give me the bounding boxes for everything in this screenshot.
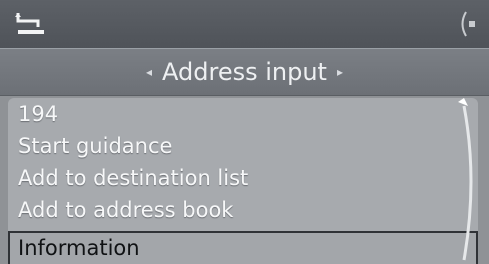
controller-direction-icon xyxy=(461,11,475,37)
next-arrow-icon[interactable]: ▸ xyxy=(337,65,343,79)
back-icon[interactable] xyxy=(14,10,48,38)
menu-list: 194 Start guidance Add to destination li… xyxy=(8,98,478,264)
menu-item-add-to-destination-list[interactable]: Add to destination list xyxy=(18,166,248,190)
navigation-screen: ◂ Address input ▸ 194 Start guidance Add… xyxy=(0,0,489,264)
menu-item-add-to-address-book[interactable]: Add to address book xyxy=(18,198,233,222)
previous-arrow-icon[interactable]: ◂ xyxy=(146,65,152,79)
title-bar: ◂ Address input ▸ xyxy=(0,48,489,96)
menu-item-information[interactable]: Information xyxy=(8,231,478,264)
menu-item-194[interactable]: 194 xyxy=(18,102,58,126)
page-title: Address input xyxy=(162,58,327,86)
menu-item-start-guidance[interactable]: Start guidance xyxy=(18,134,172,158)
top-bar xyxy=(0,0,489,48)
selected-item-label: Information xyxy=(18,236,140,260)
scroll-arc-icon xyxy=(458,98,473,261)
